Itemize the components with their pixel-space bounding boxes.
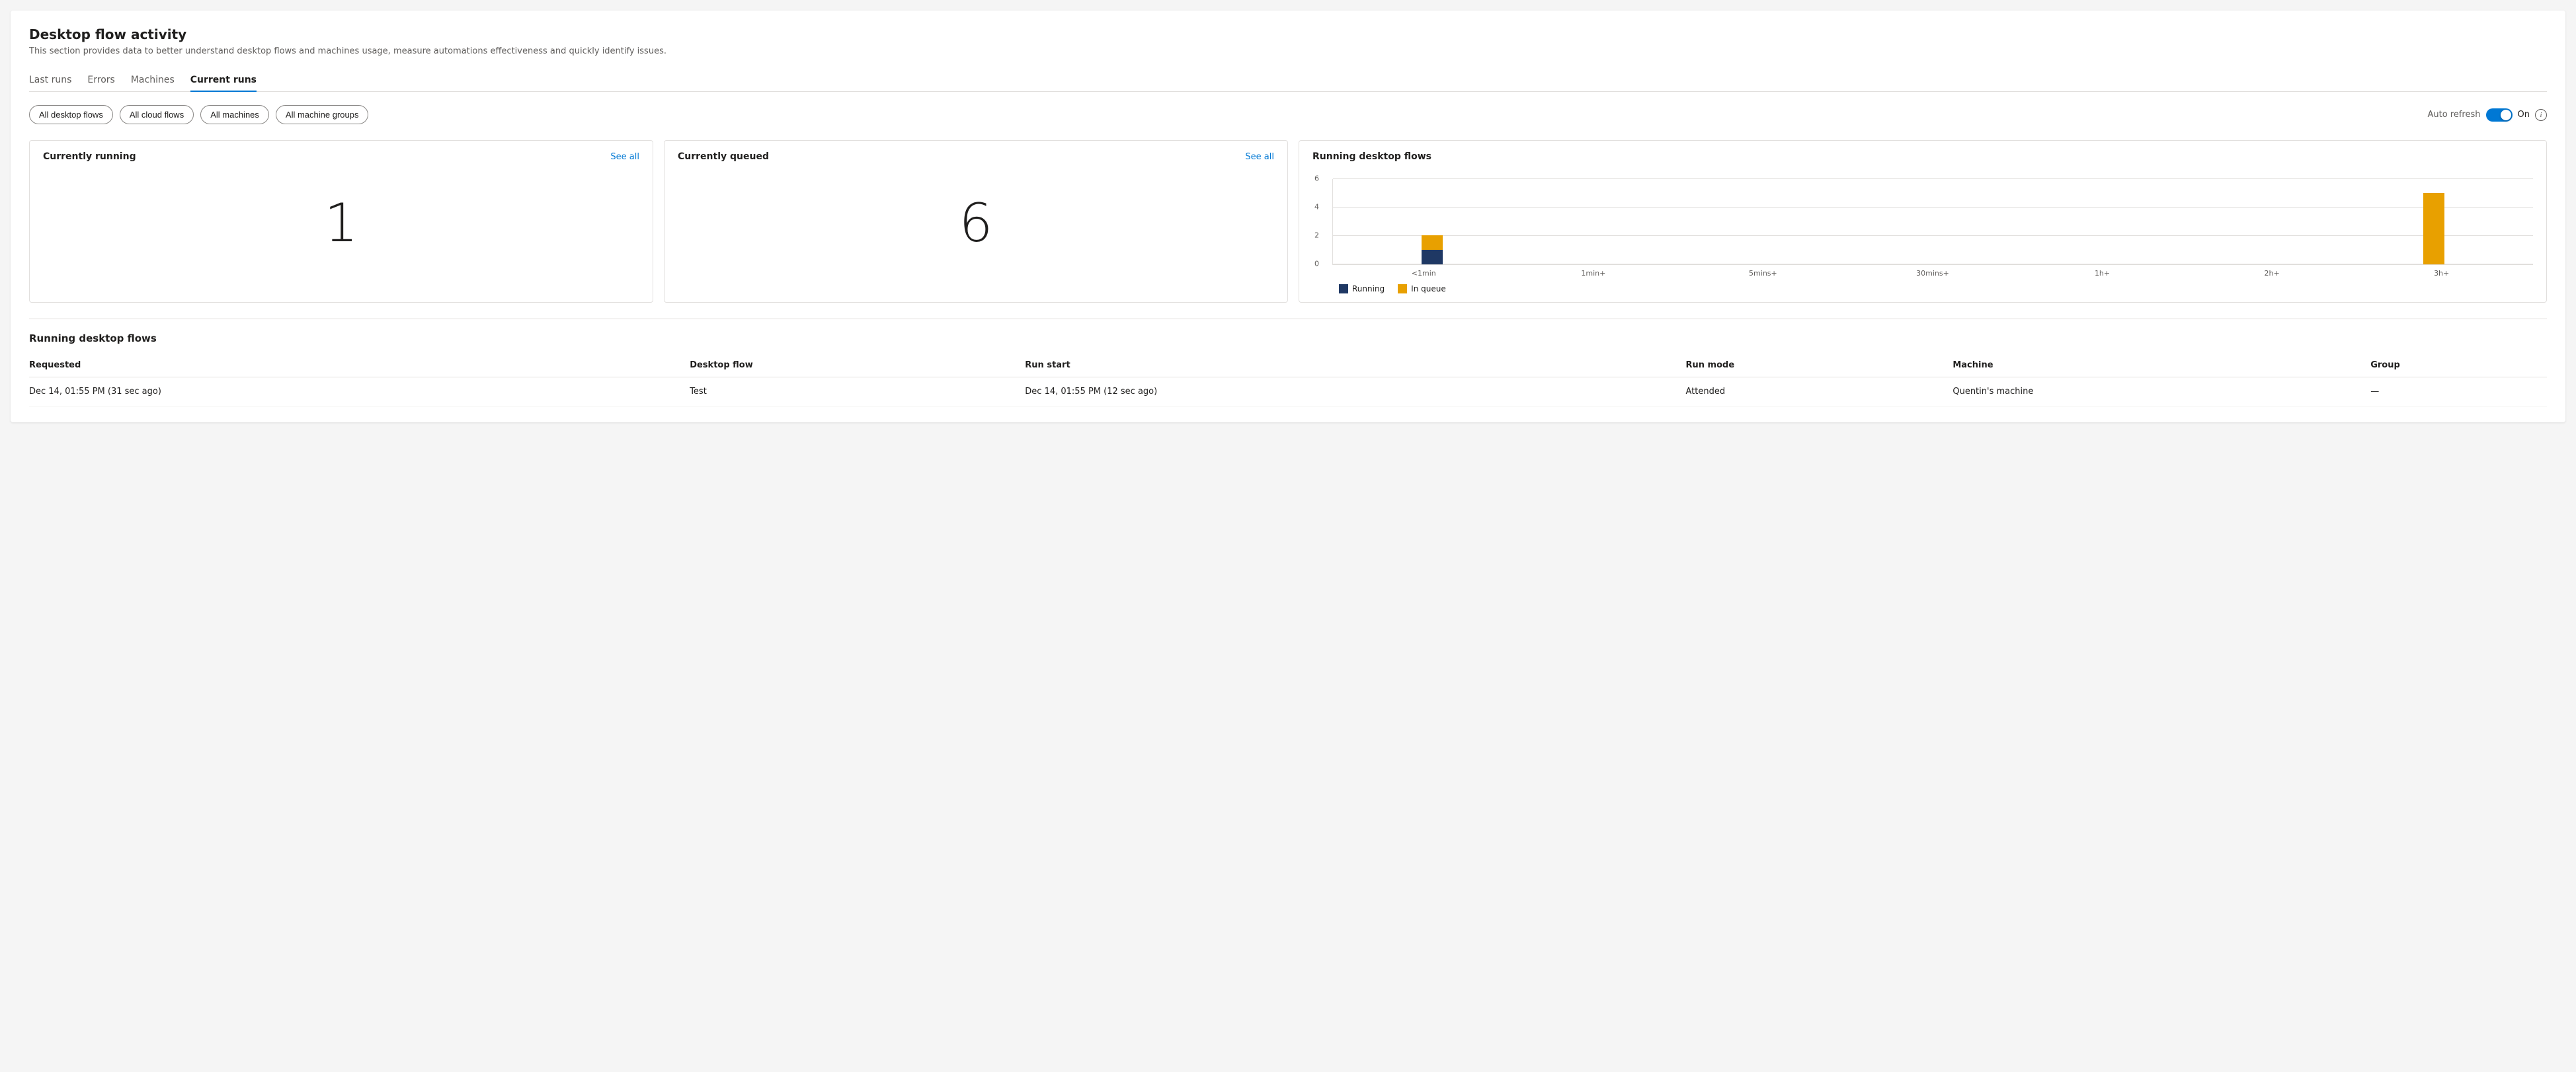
currently-queued-value: 6 <box>678 172 1274 280</box>
currently-queued-title: Currently queued <box>678 151 769 162</box>
col-requested: Requested <box>29 355 690 377</box>
chart-legend: Running In queue <box>1332 284 2533 293</box>
tab-machines[interactable]: Machines <box>131 69 175 92</box>
x-label-1min: 1min+ <box>1577 269 1610 278</box>
table-row: Dec 14, 01:55 PM (31 sec ago) Test Dec 1… <box>29 377 2547 406</box>
bar-lt1min-running <box>1422 250 1443 264</box>
main-container: Desktop flow activity This section provi… <box>11 11 2565 422</box>
currently-running-card: Currently running See all 1 <box>29 140 653 303</box>
bar-group-3h <box>2423 193 2444 264</box>
running-table-section: Running desktop flows Requested Desktop … <box>29 319 2547 406</box>
col-machine: Machine <box>1952 355 2370 377</box>
filter-row: All desktop flows All cloud flows All ma… <box>29 105 2547 124</box>
legend-queue-dot <box>1398 284 1407 293</box>
auto-refresh-state: On <box>2518 110 2530 120</box>
tab-errors[interactable]: Errors <box>87 69 114 92</box>
auto-refresh-label: Auto refresh <box>2427 110 2480 120</box>
y-label-2: 2 <box>1314 231 1319 240</box>
tabs-bar: Last runs Errors Machines Current runs <box>29 69 2547 92</box>
currently-running-title: Currently running <box>43 151 136 162</box>
cell-group: — <box>2370 377 2547 406</box>
x-label-1h: 1h+ <box>2086 269 2119 278</box>
cell-requested: Dec 14, 01:55 PM (31 sec ago) <box>29 377 690 406</box>
y-label-6: 6 <box>1314 174 1319 183</box>
legend-running-dot <box>1339 284 1348 293</box>
bar-stack-3h <box>2423 193 2444 264</box>
cell-run-start: Dec 14, 01:55 PM (12 sec ago) <box>1025 377 1685 406</box>
currently-running-see-all[interactable]: See all <box>610 152 639 162</box>
table-head: Requested Desktop flow Run start Run mod… <box>29 355 2547 377</box>
tab-last-runs[interactable]: Last runs <box>29 69 71 92</box>
legend-in-queue: In queue <box>1398 284 1446 293</box>
cell-machine: Quentin's machine <box>1952 377 2370 406</box>
legend-running-label: Running <box>1352 284 1385 293</box>
col-run-start: Run start <box>1025 355 1685 377</box>
table-header-row: Requested Desktop flow Run start Run mod… <box>29 355 2547 377</box>
running-table-title: Running desktop flows <box>29 332 2547 344</box>
bars-container <box>1333 179 2533 264</box>
tab-current-runs[interactable]: Current runs <box>190 69 257 92</box>
page-title: Desktop flow activity <box>29 26 2547 42</box>
bar-stack-lt1min <box>1422 235 1443 264</box>
page-subtitle: This section provides data to better und… <box>29 46 2547 56</box>
info-icon[interactable]: i <box>2535 109 2547 121</box>
chart-area: 6 4 2 0 <box>1312 172 2533 291</box>
legend-queue-label: In queue <box>1411 284 1446 293</box>
chart-inner: 6 4 2 0 <box>1332 179 2533 265</box>
cell-desktop-flow: Test <box>690 377 1025 406</box>
auto-refresh-toggle[interactable] <box>2486 108 2513 122</box>
cell-run-mode: Attended <box>1685 377 1952 406</box>
currently-running-value: 1 <box>43 172 639 280</box>
chart-header: Running desktop flows <box>1312 151 2533 162</box>
x-label-2h: 2h+ <box>2255 269 2288 278</box>
currently-running-header: Currently running See all <box>43 151 639 162</box>
x-labels: <1min 1min+ 5mins+ 30mins+ 1h+ 2h+ 3h+ <box>1332 269 2533 278</box>
currently-queued-card: Currently queued See all 6 <box>664 140 1288 303</box>
col-group: Group <box>2370 355 2547 377</box>
currently-queued-see-all[interactable]: See all <box>1245 152 1274 162</box>
running-flows-chart-card: Running desktop flows 6 4 2 0 <box>1299 140 2547 303</box>
col-run-mode: Run mode <box>1685 355 1952 377</box>
cards-row: Currently running See all 1 Currently qu… <box>29 140 2547 303</box>
chart-title: Running desktop flows <box>1312 151 1431 162</box>
filter-all-cloud-flows[interactable]: All cloud flows <box>120 105 194 124</box>
x-label-5min: 5mins+ <box>1746 269 1779 278</box>
x-label-30min: 30mins+ <box>1916 269 1949 278</box>
bar-group-lt1min <box>1422 235 1443 264</box>
auto-refresh-control: Auto refresh On i <box>2427 108 2547 122</box>
table-body: Dec 14, 01:55 PM (31 sec ago) Test Dec 1… <box>29 377 2547 406</box>
y-label-0: 0 <box>1314 260 1319 268</box>
legend-running: Running <box>1339 284 1385 293</box>
filter-all-desktop-flows[interactable]: All desktop flows <box>29 105 113 124</box>
filter-all-machines[interactable]: All machines <box>200 105 269 124</box>
y-label-4: 4 <box>1314 203 1319 211</box>
x-label-lt1min: <1min <box>1407 269 1440 278</box>
filter-all-machine-groups[interactable]: All machine groups <box>276 105 369 124</box>
running-table: Requested Desktop flow Run start Run mod… <box>29 355 2547 406</box>
bar-lt1min-queue <box>1422 235 1443 250</box>
x-label-3h: 3h+ <box>2425 269 2458 278</box>
bar-3h-queue <box>2423 193 2444 264</box>
currently-queued-header: Currently queued See all <box>678 151 1274 162</box>
col-desktop-flow: Desktop flow <box>690 355 1025 377</box>
